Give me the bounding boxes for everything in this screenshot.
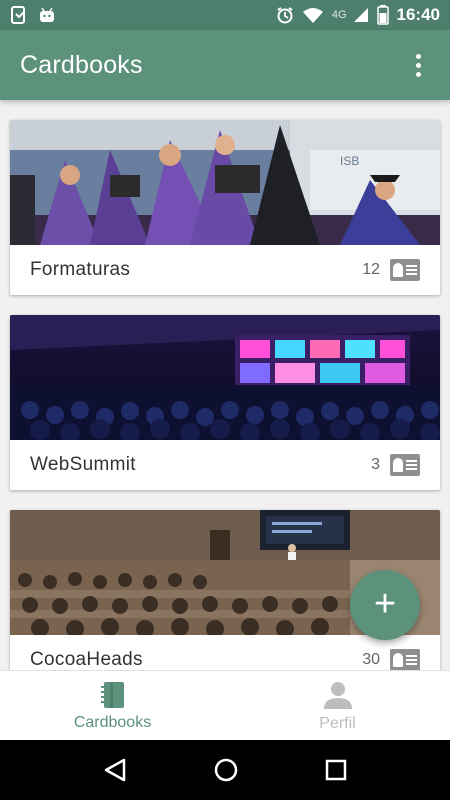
cardbook-count: 3 (371, 456, 380, 473)
nav-label-cardbooks: Cardbooks (73, 713, 152, 731)
cardbook-count: 12 (362, 261, 380, 278)
add-cardbook-button[interactable]: + (350, 570, 420, 640)
cardbook-footer: Formaturas 12 (10, 245, 440, 295)
cardbook-title: WebSummit (30, 454, 136, 475)
cardbook-card-websummit[interactable]: WebSummit 3 (10, 315, 440, 490)
notebook-icon (100, 681, 124, 708)
cardbook-cover-image: ISB (10, 120, 440, 245)
nav-item-perfil[interactable]: Perfil (225, 671, 450, 740)
status-bar: 4G 16:40 (0, 0, 450, 30)
network-type: 4G (331, 9, 347, 21)
more-vert-icon[interactable] (406, 47, 430, 83)
battery-icon (376, 5, 389, 25)
notification-icon (11, 6, 25, 24)
contact-card-icon (390, 649, 420, 670)
back-icon[interactable] (102, 757, 128, 783)
cardbook-cover-image (10, 315, 440, 440)
cardbook-footer: WebSummit 3 (10, 440, 440, 490)
recents-icon[interactable] (324, 758, 348, 782)
cardbook-title: Formaturas (30, 259, 131, 280)
plus-icon: + (373, 582, 397, 625)
app-title: Cardbooks (20, 50, 143, 79)
cardbook-footer: CocoaHeads 30 (10, 635, 440, 670)
home-icon[interactable] (213, 757, 239, 783)
cardbook-count: 30 (362, 651, 380, 668)
cardbook-title: CocoaHeads (30, 649, 143, 670)
alarm-icon (277, 7, 293, 24)
signal-icon (353, 8, 368, 22)
cardbook-card-formaturas[interactable]: ISB Formaturas 12 (10, 120, 440, 295)
contact-card-icon (390, 259, 420, 281)
app-bar: Cardbooks (0, 30, 450, 100)
clock: 16:40 (396, 5, 440, 24)
nav-label-perfil: Perfil (319, 714, 356, 732)
nav-item-cardbooks[interactable]: Cardbooks (0, 671, 225, 740)
person-icon (323, 681, 352, 709)
android-icon (40, 7, 54, 22)
svg-text:ISB: ISB (340, 154, 359, 168)
bottom-navigation: Cardbooks Perfil (0, 670, 450, 740)
wifi-icon (302, 8, 323, 23)
contact-card-icon (390, 454, 420, 476)
system-navigation-bar (0, 740, 450, 800)
